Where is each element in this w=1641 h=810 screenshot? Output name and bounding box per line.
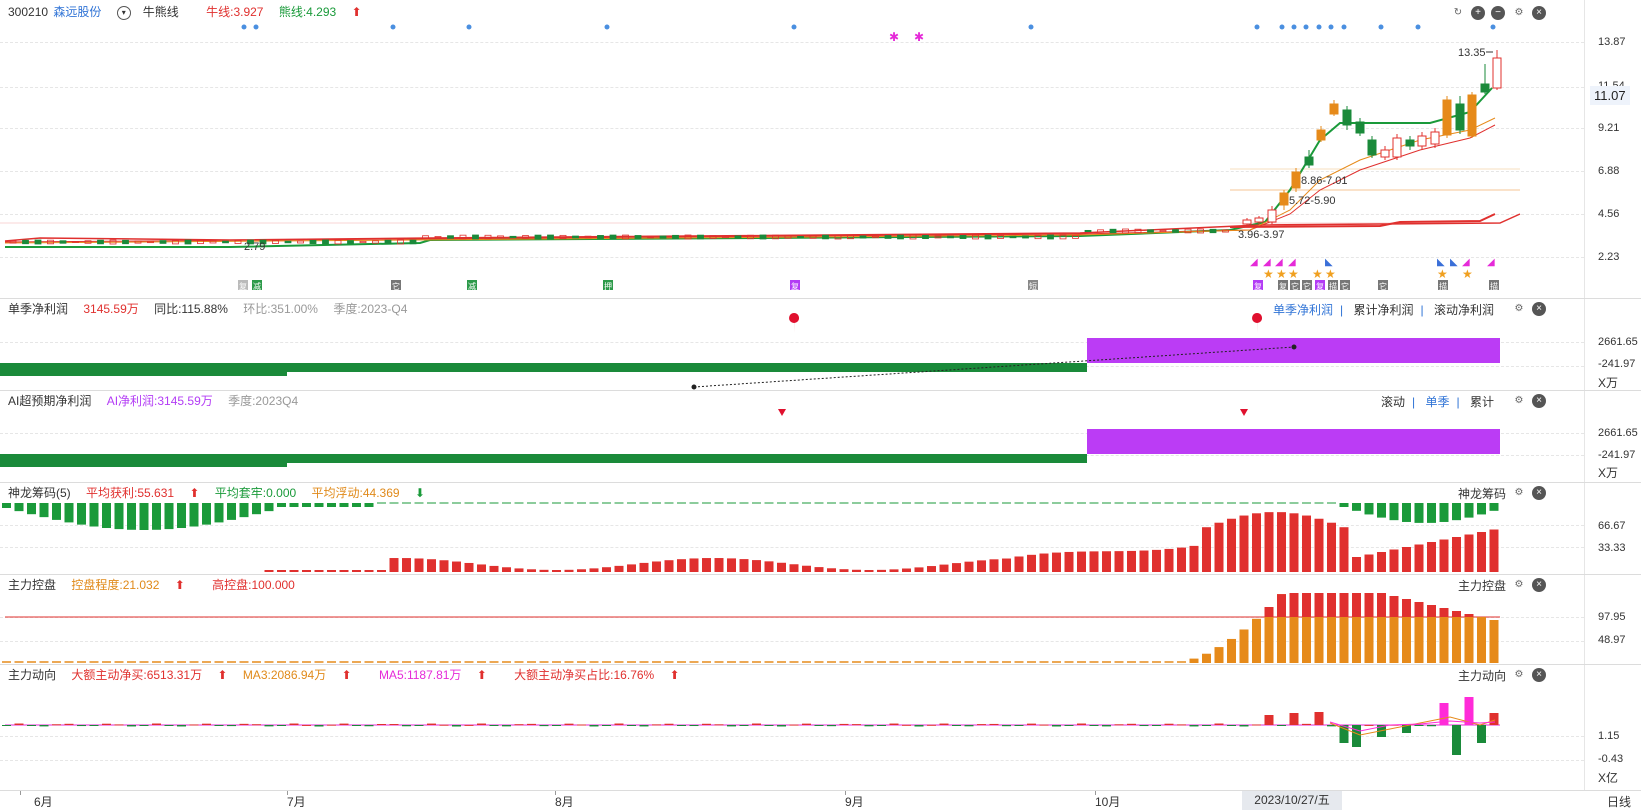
control-panel[interactable]: 主力控盘 控盘程度:21.032 ⬆ 高控盘:100.000 主力控盘 ⚙ × … xyxy=(0,575,1641,664)
svg-text:减: 减 xyxy=(253,281,261,291)
svg-text:它: 它 xyxy=(1303,281,1311,291)
range-label: 8.86-7.01 xyxy=(1301,175,1347,187)
chips-chart xyxy=(2,502,1499,572)
svg-text:押: 押 xyxy=(604,281,612,291)
svg-text:✱: ✱ xyxy=(889,30,899,44)
high-price-label: 13.35 xyxy=(1458,47,1486,59)
event-markers xyxy=(241,24,1496,30)
unit-label: X万 xyxy=(1598,376,1619,390)
svg-text:★: ★ xyxy=(1437,267,1448,281)
svg-text:✱: ✱ xyxy=(914,30,924,44)
month-label: 6月 xyxy=(34,795,53,809)
month-label: 9月 xyxy=(845,795,864,809)
time-axis: 6月 7月 8月 9月 10月 2023/10/27/五 日线 xyxy=(0,790,1641,810)
net-profit-chart xyxy=(0,313,1500,390)
svg-text:★: ★ xyxy=(1325,267,1336,281)
y-tick: -0.43 xyxy=(1598,753,1624,765)
y-tick: 2.23 xyxy=(1598,251,1620,263)
kline-panel[interactable]: 300210 森远股份 ▾ 牛熊线 牛线:3.927 熊线:4.293 ⬆ ↻ +… xyxy=(0,0,1641,310)
svg-text:复: 复 xyxy=(239,281,247,291)
svg-text:复: 复 xyxy=(1254,281,1262,291)
range-label: 3.96-3.97 xyxy=(1238,229,1284,241)
unit-label: X万 xyxy=(1598,466,1619,480)
y-tick: -241.97 xyxy=(1598,358,1636,370)
y-tick: 4.56 xyxy=(1598,208,1620,220)
kline-chart[interactable]: ✱ ✱ 13.35 2.79 8.86-7.01 5.72-5.90 3.96-… xyxy=(0,0,1584,300)
svg-text:◣: ◣ xyxy=(1450,257,1458,268)
y-tick: 66.67 xyxy=(1598,520,1626,532)
svg-text:它: 它 xyxy=(392,281,400,291)
current-price-tag: 11.07 xyxy=(1590,86,1630,105)
month-label: 8月 xyxy=(555,795,574,809)
low-price-label: 2.79 xyxy=(244,241,265,253)
y-tick: 97.95 xyxy=(1598,611,1626,623)
period-button[interactable]: 日线 xyxy=(1607,793,1631,810)
svg-text:★: ★ xyxy=(1288,267,1299,281)
svg-text:复: 复 xyxy=(791,281,799,291)
svg-text:短: 短 xyxy=(1029,281,1037,291)
svg-text:★: ★ xyxy=(1312,267,1323,281)
y-tick: 33.33 xyxy=(1598,542,1626,554)
svg-text:它: 它 xyxy=(1341,281,1349,291)
svg-text:描: 描 xyxy=(1490,281,1498,291)
ai-profit-chart xyxy=(0,409,1500,467)
month-label: 7月 xyxy=(287,795,306,809)
net-profit-panel[interactable]: 单季净利润 3145.59万 同比:115.88% 环比:351.00% 季度:… xyxy=(0,299,1641,391)
y-tick: 6.88 xyxy=(1598,165,1620,177)
svg-text:★: ★ xyxy=(1263,267,1274,281)
y-tick: 13.87 xyxy=(1598,36,1626,48)
y-tick: -241.97 xyxy=(1598,449,1636,461)
y-tick: 48.97 xyxy=(1598,634,1626,646)
svg-text:复: 复 xyxy=(1316,281,1324,291)
unit-label: X亿 xyxy=(1598,771,1619,785)
svg-text:复: 复 xyxy=(1279,281,1287,291)
svg-text:减: 减 xyxy=(468,281,476,291)
current-date-tag: 2023/10/27/五 xyxy=(1242,791,1342,810)
svg-text:★: ★ xyxy=(1276,267,1287,281)
svg-text:★: ★ xyxy=(1462,267,1473,281)
svg-text:描: 描 xyxy=(1439,281,1447,291)
svg-text:它: 它 xyxy=(1291,281,1299,291)
flow-panel[interactable]: 主力动向 大额主动净买:6513.31万 ⬆ MA3:2086.94万 ⬆ MA… xyxy=(0,665,1641,790)
svg-text:它: 它 xyxy=(1379,281,1387,291)
chips-panel[interactable]: 神龙筹码(5) 平均获利:55.631 ⬆ 平均套牢:0.000 平均浮动:44… xyxy=(0,483,1641,574)
range-label: 5.72-5.90 xyxy=(1289,195,1335,207)
y-tick: 9.21 xyxy=(1598,122,1620,134)
y-tick: 2661.65 xyxy=(1598,336,1638,348)
y-tick: 1.15 xyxy=(1598,730,1620,742)
control-chart xyxy=(2,593,1500,663)
svg-text:描: 描 xyxy=(1329,281,1337,291)
y-tick: 2661.65 xyxy=(1598,427,1638,439)
flow-chart xyxy=(2,697,1500,755)
svg-text:◢: ◢ xyxy=(1487,257,1495,268)
month-label: 10月 xyxy=(1095,795,1121,809)
svg-text:◢: ◢ xyxy=(1250,257,1258,268)
ai-profit-panel[interactable]: AI超预期净利润 AI净利润:3145.59万 季度:2023Q4 滚动 | 单季… xyxy=(0,391,1641,482)
